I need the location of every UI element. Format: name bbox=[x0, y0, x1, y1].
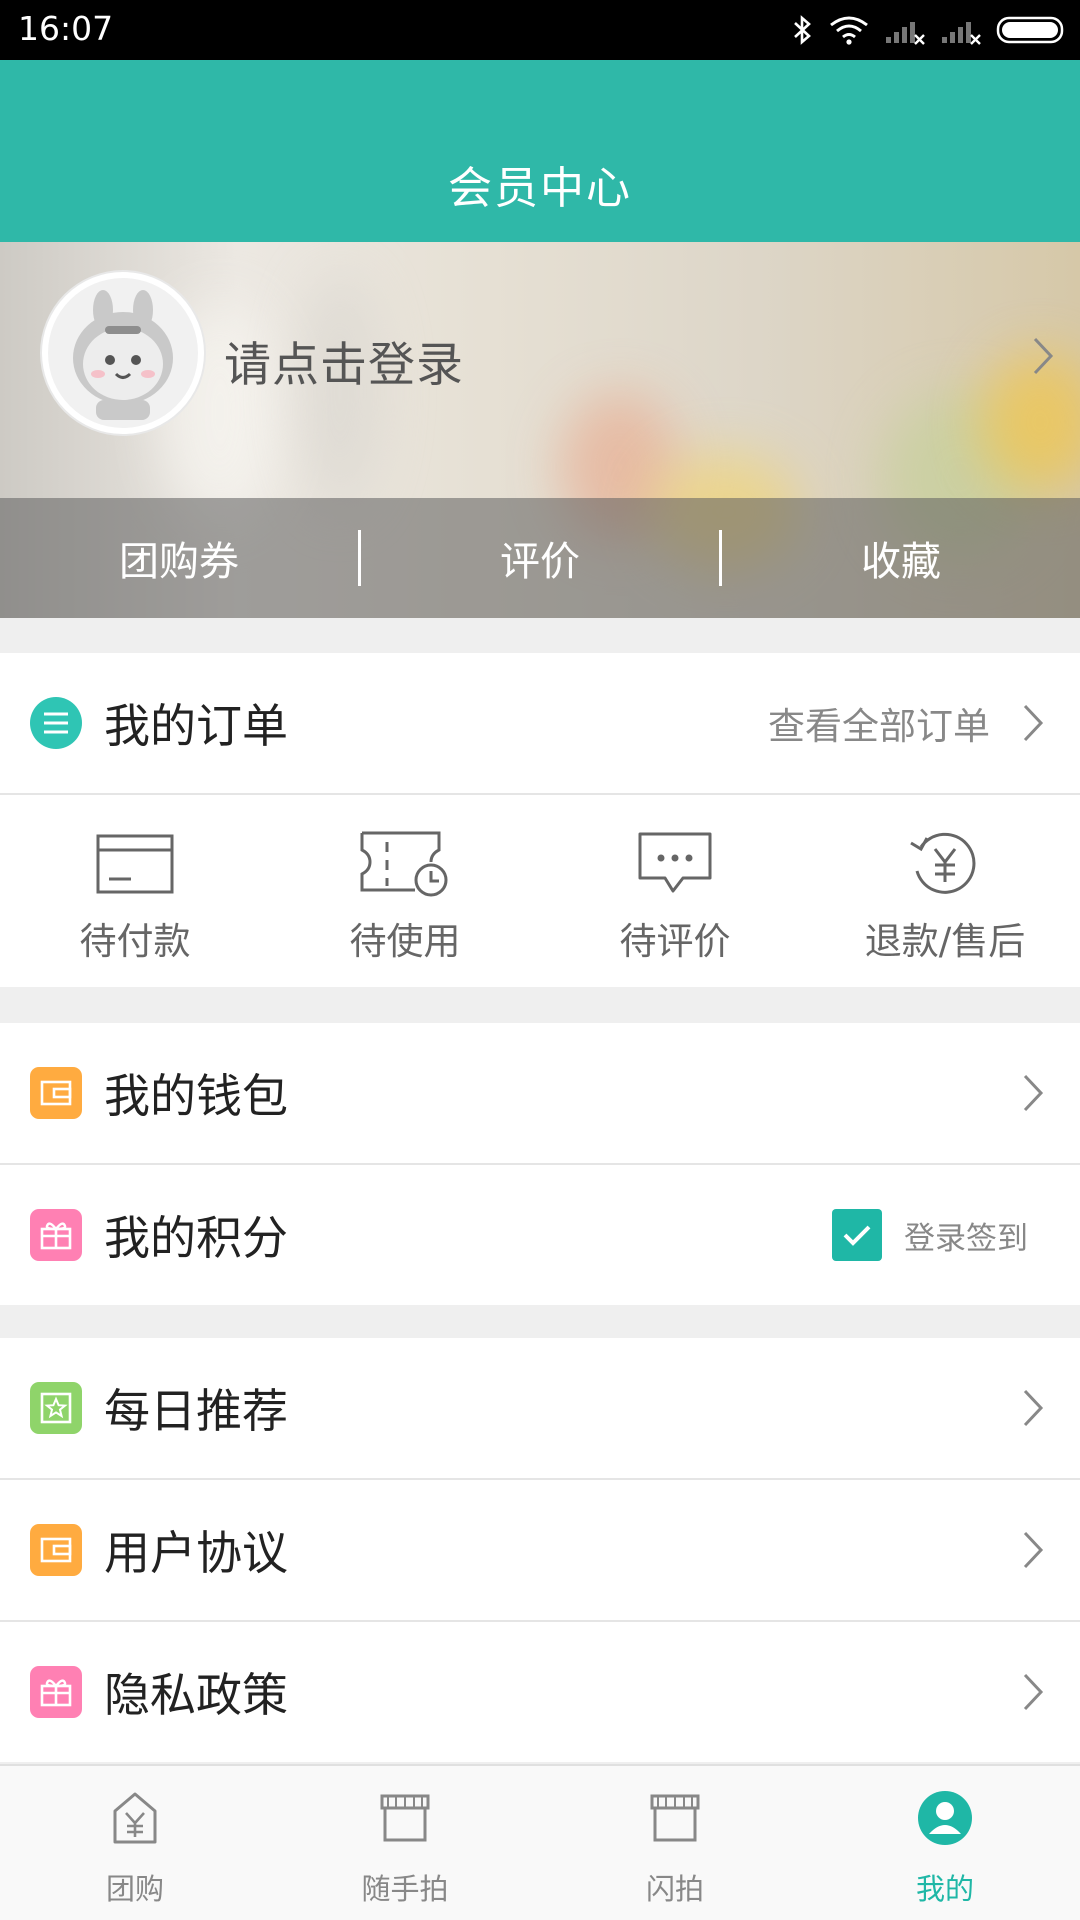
order-status-grid: 待付款 待使用 待评价 退款/售后 bbox=[0, 795, 1080, 987]
signal-icon bbox=[886, 22, 925, 45]
status-bar: 16:07 bbox=[0, 0, 1080, 60]
stat-favorites[interactable]: 收藏 bbox=[722, 529, 1080, 587]
tab-label: 团购 bbox=[105, 1872, 164, 1906]
tab-label: 随手拍 bbox=[361, 1872, 449, 1906]
order-item-label: 退款/售后 bbox=[864, 920, 1026, 963]
privacy-policy-row[interactable]: 隐私政策 bbox=[0, 1622, 1080, 1762]
status-time: 16:07 bbox=[18, 9, 114, 48]
tab-group-buy[interactable]: 团购 bbox=[0, 1766, 270, 1920]
tab-label: 闪拍 bbox=[645, 1872, 704, 1906]
my-points-row[interactable]: 我的积分 登录签到 bbox=[0, 1165, 1080, 1305]
chevron-right-icon bbox=[1033, 337, 1054, 375]
ticket-clock-icon bbox=[360, 831, 448, 897]
wallet-label: 我的钱包 bbox=[104, 1069, 288, 1123]
battery-icon bbox=[996, 16, 1064, 44]
profile-stats: 团购券 评价 收藏 bbox=[0, 498, 1080, 618]
wifi-icon bbox=[830, 16, 868, 45]
wallet-card: 我的钱包 我的积分 登录签到 bbox=[0, 1023, 1080, 1305]
shop-icon bbox=[380, 1794, 430, 1842]
daily-label: 每日推荐 bbox=[104, 1384, 288, 1438]
chevron-right-icon bbox=[1023, 1531, 1044, 1569]
gift-icon bbox=[30, 1209, 82, 1261]
view-all-orders-link[interactable]: 查看全部订单 bbox=[768, 696, 990, 750]
list-icon bbox=[30, 697, 82, 749]
order-pending-payment[interactable]: 待付款 bbox=[0, 795, 270, 965]
stat-coupons[interactable]: 团购券 bbox=[0, 529, 358, 587]
checkin-toggle[interactable]: 登录签到 bbox=[832, 1209, 1028, 1261]
order-refund[interactable]: 退款/售后 bbox=[810, 795, 1080, 965]
star-icon bbox=[30, 1382, 82, 1434]
misc-card: 每日推荐 用户协议 隐私政策 bbox=[0, 1338, 1080, 1762]
refund-yen-icon bbox=[910, 832, 976, 894]
profile-banner[interactable]: 请点击登录 团购券 评价 收藏 bbox=[0, 242, 1080, 618]
login-prompt[interactable]: 请点击登录 bbox=[224, 326, 464, 395]
points-label: 我的积分 bbox=[104, 1211, 288, 1265]
my-orders-row[interactable]: 我的订单 查看全部订单 bbox=[0, 653, 1080, 793]
status-icons bbox=[792, 12, 1068, 48]
order-to-use[interactable]: 待使用 bbox=[270, 795, 540, 965]
group-buy-icon bbox=[113, 1792, 157, 1844]
orders-card: 我的订单 查看全部订单 待付款 待使用 待评价 退款/售后 bbox=[0, 653, 1080, 987]
bunny-avatar-icon bbox=[48, 278, 198, 428]
stat-reviews[interactable]: 评价 bbox=[361, 529, 719, 587]
daily-recommend-row[interactable]: 每日推荐 bbox=[0, 1338, 1080, 1478]
tab-label: 我的 bbox=[915, 1872, 974, 1906]
chat-bubble-icon bbox=[638, 832, 712, 893]
user-agreement-row[interactable]: 用户协议 bbox=[0, 1480, 1080, 1620]
chevron-right-icon bbox=[1023, 1389, 1044, 1427]
chevron-right-icon bbox=[1023, 1074, 1044, 1112]
privacy-label: 隐私政策 bbox=[104, 1668, 288, 1722]
tab-snapshot[interactable]: 随手拍 bbox=[270, 1766, 540, 1920]
tab-flash[interactable]: 闪拍 bbox=[540, 1766, 810, 1920]
avatar[interactable] bbox=[42, 272, 204, 434]
card-icon bbox=[96, 834, 174, 894]
bottom-tab-bar: 团购 随手拍 闪拍 我的 bbox=[0, 1764, 1080, 1920]
shop-icon bbox=[650, 1794, 700, 1842]
chevron-right-icon bbox=[1023, 1673, 1044, 1711]
chevron-right-icon bbox=[1023, 704, 1044, 742]
user-icon bbox=[918, 1791, 972, 1845]
orders-title: 我的订单 bbox=[104, 699, 288, 753]
header-bar: 会员中心 bbox=[0, 60, 1080, 242]
bluetooth-icon bbox=[794, 15, 811, 45]
my-wallet-row[interactable]: 我的钱包 bbox=[0, 1023, 1080, 1163]
checkin-label: 登录签到 bbox=[904, 1220, 1028, 1257]
signal-icon-2 bbox=[942, 22, 981, 45]
gift-icon bbox=[30, 1666, 82, 1718]
checkbox-checked-icon[interactable] bbox=[832, 1209, 882, 1261]
tab-mine[interactable]: 我的 bbox=[810, 1766, 1080, 1920]
order-item-label: 待付款 bbox=[79, 920, 191, 963]
wallet-icon bbox=[30, 1524, 82, 1576]
agreement-label: 用户协议 bbox=[104, 1526, 288, 1580]
order-to-review[interactable]: 待评价 bbox=[540, 795, 810, 965]
order-item-label: 待评价 bbox=[619, 920, 731, 963]
page-title: 会员中心 bbox=[448, 163, 632, 214]
wallet-icon bbox=[30, 1067, 82, 1119]
order-item-label: 待使用 bbox=[349, 920, 461, 963]
